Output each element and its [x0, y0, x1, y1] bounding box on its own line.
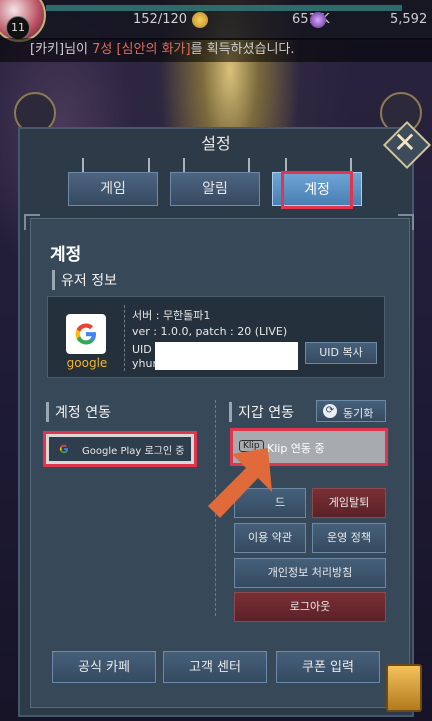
customer-center-button[interactable]: 고객 센터 — [163, 651, 267, 683]
version-line: ver : 1.0.0, patch : 20 (LIVE) — [132, 325, 288, 338]
stamina-value: 152/120 — [133, 12, 188, 27]
user-info-heading: 유저 정보 — [52, 270, 117, 290]
pointer-arrow-icon — [200, 440, 290, 530]
account-link-heading: 계정 연동 — [46, 402, 111, 422]
panel-corner — [24, 214, 40, 230]
logout-button[interactable]: 로그아웃 — [234, 592, 386, 622]
uid-partial: yhur — [132, 357, 157, 370]
refresh-icon: ⟳ — [323, 404, 337, 418]
dialog-title: 설정 — [201, 134, 231, 153]
policy-button[interactable]: 운영 정책 — [312, 523, 386, 553]
exp-bar — [46, 5, 402, 11]
gold-coin-icon — [192, 12, 208, 28]
privacy-policy-button[interactable]: 개인정보 처리방침 — [234, 558, 386, 588]
close-icon: ✕ — [393, 126, 417, 159]
ticker-highlight: 7성 [심안의 화가] — [92, 42, 191, 57]
tab-account-label: 계정 — [281, 171, 353, 209]
google-g-icon — [56, 441, 72, 457]
gem-value: 5,592 — [390, 12, 428, 27]
uid-redaction — [155, 342, 298, 370]
google-play-label: Google Play 로그인 중 — [82, 446, 185, 457]
book-icon[interactable] — [386, 664, 422, 712]
withdraw-button[interactable]: 게임탈퇴 — [312, 488, 386, 518]
panel-corner — [398, 214, 414, 230]
google-logo-icon — [66, 314, 106, 354]
divider — [124, 305, 126, 371]
notice-ticker: [카키]님이 7성 [심안의 화가]를 획득하셨습니다. — [0, 38, 432, 62]
ticker-prefix: [카키]님이 — [30, 42, 93, 57]
server-line: 서버 : 무한돌파1 — [132, 309, 211, 322]
official-cafe-button[interactable]: 공식 카페 — [52, 651, 156, 683]
gem-icon — [310, 12, 326, 28]
tab-notification[interactable]: 알림 — [170, 172, 260, 206]
page-title: 계정 — [50, 245, 82, 265]
close-button[interactable]: ✕ — [382, 120, 432, 170]
google-play-login-button[interactable]: Google Play 로그인 중 — [43, 431, 197, 467]
sync-label: 동기화 — [343, 407, 374, 420]
uid-copy-button[interactable]: UID 복사 — [305, 342, 377, 364]
sync-button[interactable]: ⟳ 동기화 — [316, 400, 386, 422]
player-level: 11 — [6, 16, 30, 40]
wallet-link-heading: 지갑 연동 — [229, 402, 294, 422]
ticker-suffix: 를 획득하셨습니다. — [190, 42, 295, 57]
provider-label: google — [66, 356, 108, 370]
coupon-input-button[interactable]: 쿠폰 입력 — [276, 651, 380, 683]
tab-game[interactable]: 게임 — [68, 172, 158, 206]
